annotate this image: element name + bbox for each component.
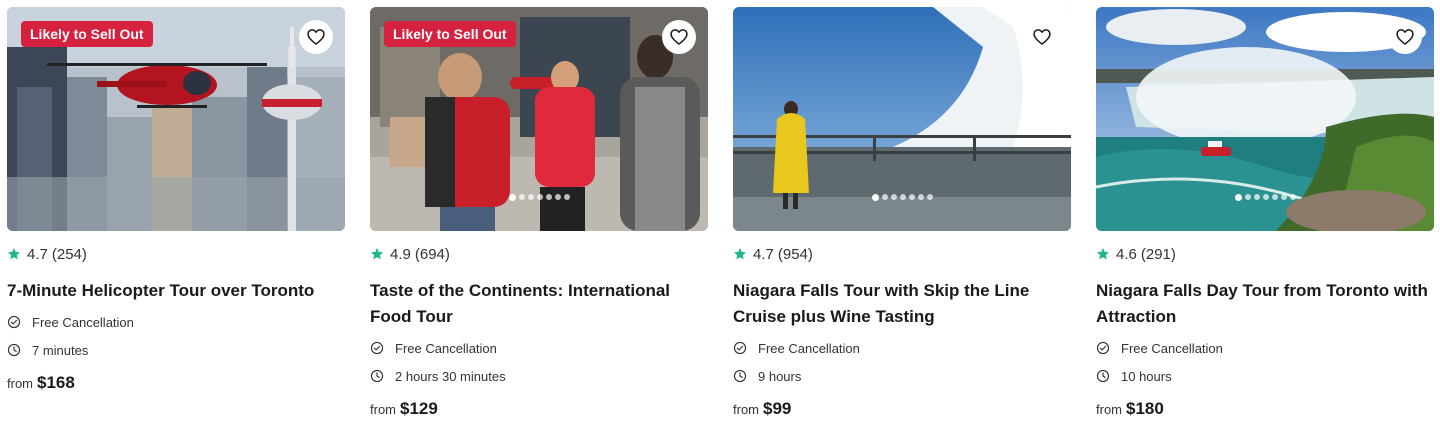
star-icon	[370, 247, 384, 261]
carousel-dot[interactable]	[1271, 194, 1278, 200]
feature-label: Free Cancellation	[758, 340, 860, 356]
tour-card[interactable]: 4.7 (954) Niagara Falls Tour with Skip t…	[733, 7, 1071, 418]
price-prefix: from	[1096, 402, 1122, 417]
tour-title[interactable]: Niagara Falls Day Tour from Toronto with…	[1096, 278, 1434, 330]
duration-label: 9 hours	[758, 368, 802, 384]
free-cancellation: Free Cancellation	[370, 339, 497, 357]
carousel-dot[interactable]	[527, 194, 534, 200]
rating: 4.7 (254)	[7, 244, 87, 264]
tour-card[interactable]: Likely to Sell Out 4.7 (254) 7-Minute He…	[7, 7, 345, 392]
price-prefix: from	[733, 402, 759, 417]
price-prefix: from	[370, 402, 396, 417]
check-circle-icon	[733, 341, 747, 355]
wishlist-button[interactable]	[662, 20, 696, 54]
tour-title[interactable]: 7-Minute Helicopter Tour over Toronto	[7, 278, 345, 304]
carousel-dot[interactable]	[1244, 194, 1251, 200]
heart-icon	[1396, 29, 1414, 45]
feature-label: Free Cancellation	[1121, 340, 1223, 356]
duration: 2 hours 30 minutes	[370, 367, 506, 385]
likely-to-sell-out-badge: Likely to Sell Out	[384, 21, 516, 47]
tour-card[interactable]: Likely to Sell Out 4.9 (694) Taste of th…	[370, 7, 708, 418]
price: from $99	[733, 399, 791, 419]
rating-value: 4.7	[753, 245, 774, 263]
price: from $168	[7, 373, 75, 393]
free-cancellation: Free Cancellation	[733, 339, 860, 357]
tour-photo[interactable]: Likely to Sell Out	[7, 7, 345, 231]
star-icon	[1096, 247, 1110, 261]
free-cancellation: Free Cancellation	[1096, 339, 1223, 357]
carousel-dot[interactable]	[563, 194, 570, 200]
carousel-dot[interactable]	[871, 193, 879, 201]
rating: 4.6 (291)	[1096, 244, 1176, 264]
rating: 4.9 (694)	[370, 244, 450, 264]
tour-photo[interactable]	[733, 7, 1071, 231]
carousel-dots[interactable]	[1096, 193, 1434, 201]
heart-icon	[670, 29, 688, 45]
feature-label: Free Cancellation	[32, 314, 134, 330]
wishlist-button[interactable]	[1025, 20, 1059, 54]
price: from $180	[1096, 399, 1164, 419]
tour-photo[interactable]: Likely to Sell Out	[370, 7, 708, 231]
carousel-dot[interactable]	[554, 194, 561, 200]
tour-photo[interactable]	[1096, 7, 1434, 231]
check-circle-icon	[1096, 341, 1110, 355]
price-prefix: from	[7, 376, 33, 391]
tour-title[interactable]: Taste of the Continents: International F…	[370, 278, 708, 330]
carousel-dot[interactable]	[508, 193, 516, 201]
review-count: (291)	[1140, 245, 1176, 263]
clock-icon	[7, 343, 21, 357]
carousel-dot[interactable]	[536, 194, 543, 200]
duration-label: 10 hours	[1121, 368, 1172, 384]
clock-icon	[370, 369, 384, 383]
review-count: (694)	[414, 245, 450, 263]
feature-label: Free Cancellation	[395, 340, 497, 356]
clock-icon	[1096, 369, 1110, 383]
carousel-dot[interactable]	[1289, 194, 1296, 200]
price-amount: $180	[1126, 399, 1164, 418]
duration: 9 hours	[733, 367, 801, 385]
review-count: (254)	[51, 245, 87, 263]
price-amount: $129	[400, 399, 438, 418]
rating-value: 4.9	[390, 245, 411, 263]
review-count: (954)	[777, 245, 813, 263]
heart-icon	[307, 29, 325, 45]
carousel-dot[interactable]	[890, 194, 897, 200]
rating: 4.7 (954)	[733, 244, 813, 264]
carousel-dots[interactable]	[370, 193, 708, 201]
duration-label: 2 hours 30 minutes	[395, 368, 506, 384]
heart-icon	[1033, 29, 1051, 45]
duration-label: 7 minutes	[32, 342, 89, 358]
carousel-dot[interactable]	[899, 194, 906, 200]
carousel-dot[interactable]	[1262, 194, 1269, 200]
free-cancellation: Free Cancellation	[7, 313, 134, 331]
price-amount: $99	[763, 399, 792, 418]
carousel-dot[interactable]	[917, 194, 924, 200]
duration: 7 minutes	[7, 341, 88, 359]
star-icon	[7, 247, 21, 261]
rating-value: 4.7	[27, 245, 48, 263]
wishlist-button[interactable]	[1388, 20, 1422, 54]
tour-title[interactable]: Niagara Falls Tour with Skip the Line Cr…	[733, 278, 1071, 330]
carousel-dot[interactable]	[908, 194, 915, 200]
carousel-dot[interactable]	[545, 194, 552, 200]
check-circle-icon	[7, 315, 21, 329]
rating-value: 4.6	[1116, 245, 1137, 263]
carousel-dot[interactable]	[1234, 193, 1242, 201]
clock-icon	[733, 369, 747, 383]
wishlist-button[interactable]	[299, 20, 333, 54]
tour-card[interactable]: 4.6 (291) Niagara Falls Day Tour from To…	[1096, 7, 1434, 418]
carousel-dot[interactable]	[1280, 194, 1287, 200]
price-amount: $168	[37, 373, 75, 392]
likely-to-sell-out-badge: Likely to Sell Out	[21, 21, 153, 47]
carousel-dot[interactable]	[881, 194, 888, 200]
price: from $129	[370, 399, 438, 419]
carousel-dot[interactable]	[926, 194, 933, 200]
carousel-dot[interactable]	[1253, 194, 1260, 200]
carousel-dots[interactable]	[733, 193, 1071, 201]
star-icon	[733, 247, 747, 261]
check-circle-icon	[370, 341, 384, 355]
carousel-dot[interactable]	[518, 194, 525, 200]
duration: 10 hours	[1096, 367, 1172, 385]
